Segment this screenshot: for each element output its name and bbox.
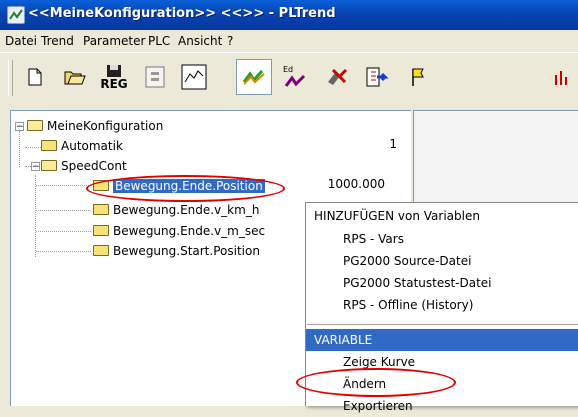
module-button[interactable]: [137, 59, 173, 95]
tree-item[interactable]: Bewegung.Ende.v_km_h: [93, 201, 259, 219]
tree-item[interactable]: Bewegung.Ende.v_m_sec: [93, 222, 265, 240]
menu-ansicht[interactable]: Ansicht: [178, 34, 222, 48]
tree-connector: [36, 231, 91, 232]
collapse-toggle[interactable]: −: [31, 162, 40, 172]
title-bar: <<MeineKonfiguration>> <<>> - PLTrend: [0, 0, 578, 30]
window-title: <<MeineKonfiguration>> <<>> - PLTrend: [28, 6, 336, 21]
menu-plc[interactable]: PLC: [148, 34, 170, 48]
toolbar: REG Ed: [0, 52, 578, 105]
open-folder-icon: [64, 71, 86, 85]
menu-help[interactable]: ?: [227, 34, 233, 48]
open-button[interactable]: [57, 59, 93, 95]
export-icon: [366, 67, 389, 87]
tree-item-value: 1: [389, 137, 397, 151]
tree-item-automatik[interactable]: Automatik: [41, 137, 123, 155]
ed-label: Ed: [283, 65, 294, 74]
tree-connector: [35, 175, 36, 257]
tree-item-label: SpeedCont: [61, 159, 127, 173]
folder-open-icon: [41, 160, 57, 171]
tree-item-label: Automatik: [61, 139, 123, 153]
menu-item-pg2000-statustest[interactable]: PG2000 Statustest-Datei: [306, 272, 578, 294]
tree-connector: [36, 185, 91, 186]
save-disk-icon: [107, 65, 121, 77]
edit-trend-icon: [284, 74, 306, 87]
highlight-ring-aendern: [296, 368, 456, 397]
more-icon: [555, 71, 567, 85]
menu-header-variable[interactable]: VARIABLE: [306, 329, 578, 351]
menu-item-pg2000-source[interactable]: PG2000 Source-Datei: [306, 250, 578, 272]
trend-button[interactable]: [236, 59, 272, 95]
new-file-icon: [28, 68, 42, 86]
chart-window-icon: [181, 64, 207, 90]
tree-item-label: Bewegung.Start.Position: [113, 244, 260, 258]
app-icon[interactable]: [7, 6, 25, 24]
menu-header-add: HINZUFÜGEN von Variablen: [314, 209, 480, 223]
toolbar-grip[interactable]: [8, 60, 13, 96]
new-file-button[interactable]: [17, 59, 53, 95]
save-reg-button[interactable]: REG: [96, 59, 132, 95]
folder-icon: [93, 225, 109, 236]
menu-item-rps-vars[interactable]: RPS - Vars: [306, 228, 578, 250]
tree-item-label: Bewegung.Ende.v_m_sec: [113, 224, 266, 238]
trend-icon: [9, 9, 23, 20]
highlight-ring-selected-variable: [86, 175, 285, 202]
folder-icon: [93, 245, 109, 256]
folder-icon: [41, 140, 57, 151]
tree-connector: [36, 210, 91, 211]
menu-item-exportieren[interactable]: Exportieren: [306, 395, 578, 417]
tree-item[interactable]: Bewegung.Start.Position: [93, 242, 260, 260]
chart-window-button[interactable]: [176, 59, 212, 95]
edit-trend-button[interactable]: Ed: [277, 59, 313, 95]
folder-open-icon: [27, 120, 43, 131]
tree-item-speedcont[interactable]: SpeedCont: [41, 157, 127, 175]
disconnect-button[interactable]: [320, 59, 356, 95]
menu-bar: Datei Trend Parameter PLC Ansicht ?: [0, 30, 578, 82]
more-toolbar-button[interactable]: [546, 59, 578, 95]
plug-disconnect-icon: [328, 68, 348, 85]
tree-root-label: MeineKonfiguration: [47, 119, 164, 133]
menu-parameter[interactable]: Parameter: [83, 34, 145, 48]
tree-item-label: Bewegung.Ende.v_km_h: [113, 203, 260, 217]
trend-green-icon: [242, 70, 265, 85]
tree-connector: [25, 147, 41, 148]
reg-label: REG: [100, 77, 128, 91]
folder-icon: [93, 204, 109, 215]
flag-button[interactable]: [400, 59, 436, 95]
tree-item-value: 1000.000: [327, 177, 385, 191]
menu-datei[interactable]: Datei: [5, 34, 37, 48]
menu-divider: [307, 324, 578, 325]
tree-connector: [36, 251, 91, 252]
collapse-toggle[interactable]: −: [15, 122, 24, 132]
flag-icon: [412, 68, 424, 86]
tree-root[interactable]: MeineKonfiguration: [27, 117, 163, 135]
menu-trend[interactable]: Trend: [41, 34, 74, 48]
module-icon: [145, 66, 165, 88]
tree-connector: [19, 131, 20, 167]
export-button[interactable]: [360, 59, 396, 95]
menu-item-rps-offline[interactable]: RPS - Offline (History): [306, 294, 578, 316]
